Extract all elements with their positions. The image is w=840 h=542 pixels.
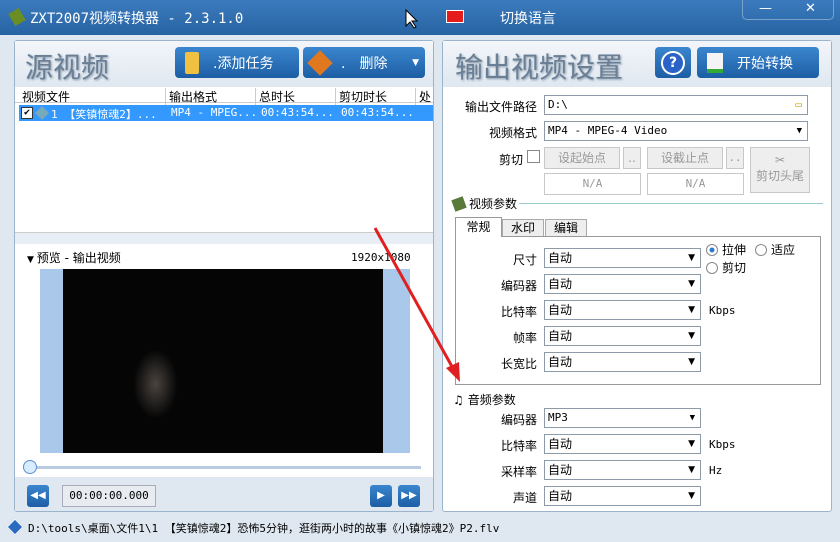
mouse-cursor-icon [405,8,419,29]
arrow-line [373,227,457,373]
tab-general[interactable]: 常规 [455,217,502,237]
arrow-head [446,362,460,382]
annotation-arrow [373,8,460,382]
